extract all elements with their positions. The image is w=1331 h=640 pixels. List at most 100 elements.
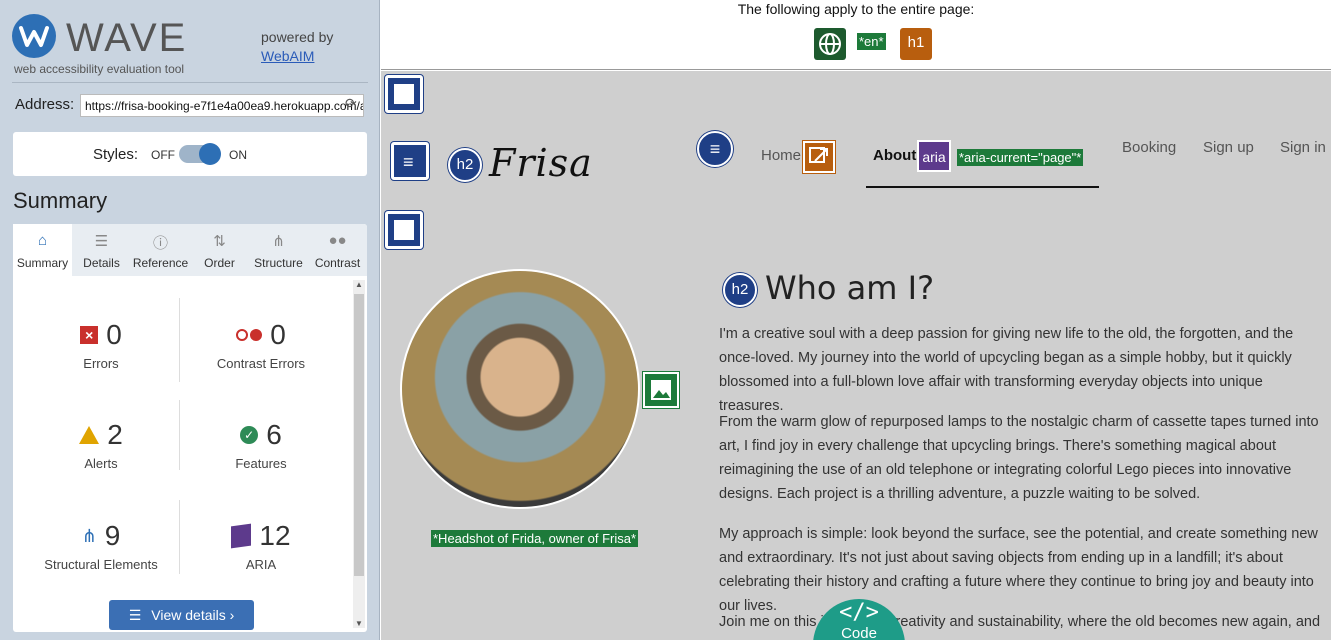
errors-label: Errors [83,356,119,371]
address-input[interactable]: https://frisa-booking-e7f1e4a00ea9.herok… [80,94,364,117]
contrast-error-icon [236,329,263,341]
structural-count: 9 [104,520,121,551]
main-region-icon[interactable] [385,211,423,249]
contrast-icon: ●● [328,232,347,249]
error-icon: × [80,326,99,344]
webaim-link[interactable]: WebAIM [261,48,314,64]
panel-tabs: ⌂ Summary ☰ Details ⓘ Reference ⇅ Order … [13,224,367,276]
stat-features[interactable]: ✓ 6 Features [181,418,341,471]
paragraph: Join me on this journey of creativity an… [719,614,1321,640]
scroll-up-icon[interactable]: ▲ [353,280,365,289]
structure-icon: ⋔ [272,233,285,250]
powered-by-text: powered by [261,29,334,45]
styles-label: Styles: [93,146,139,163]
headshot-image [400,269,640,509]
aria-label: ARIA [245,557,277,572]
styles-off-label: OFF [151,148,175,162]
active-nav-underline [866,186,1099,188]
order-icon: ⇅ [213,233,226,250]
paragraph: I'm a creative soul with a deep passion … [719,326,1294,414]
wave-sidebar: WAVE web accessibility evaluation tool p… [0,0,380,640]
nav-signup[interactable]: Sign up [1203,139,1254,156]
nav-booking[interactable]: Booking [1122,139,1176,156]
structural-label: Structural Elements [44,557,158,572]
errors-count: 0 [106,319,122,350]
aria-current-tag: *aria-current="page"* [957,149,1084,166]
tab-details[interactable]: ☰ Details [72,224,131,276]
stat-structural[interactable]: ⋔ 9 Structural Elements [21,519,181,572]
address-bar: Address: https://frisa-booking-e7f1e4a00… [15,94,367,118]
structure-icon: ⋔ [81,525,97,546]
info-icon: ⓘ [152,235,168,252]
nav-home[interactable]: Home [761,147,801,164]
address-label: Address: [15,96,75,113]
h2-icon[interactable]: h2 [723,273,757,307]
styles-on-label: ON [229,148,247,162]
scroll-down-icon[interactable]: ▼ [353,619,365,628]
header-region-icon[interactable] [385,75,423,113]
aria-icon [231,523,252,549]
code-icon: </> [839,600,879,625]
toggle-knob [199,143,221,165]
brand-logo[interactable]: Frisa [489,141,593,185]
image-alt-icon[interactable] [643,372,679,408]
nav-about[interactable]: About [873,147,916,164]
wave-logo-icon [12,14,56,58]
view-details-button[interactable]: ☰ View details › [109,600,254,630]
tab-label: Reference [132,256,189,270]
tab-label: Details [83,256,120,270]
tab-order[interactable]: ⇅ Order [190,224,249,276]
reload-icon[interactable]: ⟳ [345,95,361,112]
tab-reference[interactable]: ⓘ Reference [131,224,190,276]
wave-logo-text: WAVE [66,16,188,60]
h1-alert-icon[interactable]: h1 [900,28,932,60]
tab-summary[interactable]: ⌂ Summary [13,224,72,276]
list-icon: ☰ [128,606,142,623]
page-heading: Who am I? [765,269,935,307]
wave-logo: WAVE web accessibility evaluation tool p… [12,14,372,80]
list-icon[interactable]: ≡ [697,131,733,167]
view-details-label: View details › [151,607,235,623]
alerts-label: Alerts [84,456,118,471]
panel-scrollbar[interactable]: ▲ ▼ [353,280,365,628]
alert-icon [79,426,100,444]
alerts-count: 2 [107,419,123,450]
wave-logo-subtitle: web accessibility evaluation tool [14,62,185,76]
image-alt-tag: *Headshot of Frida, owner of Frisa* [431,530,639,547]
powered-by: powered by WebAIM [261,28,333,66]
code-button[interactable]: </> Code [813,599,905,640]
page-wide-text: The following apply to the entire page: [737,1,975,17]
nav-signin[interactable]: Sign in [1280,139,1326,156]
features-label: Features [235,456,287,471]
scroll-thumb[interactable] [354,294,364,576]
tab-label: Summary [16,256,69,270]
globe-icon[interactable] [814,28,846,60]
tab-label: Contrast [314,256,361,270]
stat-alerts[interactable]: 2 Alerts [21,418,181,471]
code-label: Code [841,625,877,640]
divider [12,82,368,83]
home-icon: ⌂ [37,232,48,249]
check-icon: ✓ [240,426,259,444]
aria-icon[interactable]: aria [917,140,951,172]
paragraph: From the warm glow of repurposed lamps t… [719,414,1319,502]
summary-heading: Summary [13,188,108,213]
stat-aria[interactable]: 12 ARIA [181,519,341,572]
tab-label: Structure [254,256,303,270]
styles-toggle-box: Styles: OFF ON [13,132,367,176]
summary-panel: ⌂ Summary ☰ Details ⓘ Reference ⇅ Order … [13,224,367,632]
page-wide-bar: The following apply to the entire page: … [381,0,1331,70]
contrast-errors-count: 0 [270,319,286,350]
features-count: 6 [266,419,282,450]
redundant-link-alert-icon[interactable] [803,141,835,173]
styles-toggle[interactable] [179,143,221,165]
tab-structure[interactable]: ⋔ Structure [249,224,308,276]
h2-icon[interactable]: h2 [448,148,482,182]
stat-contrast-errors[interactable]: 0 Contrast Errors [181,318,341,371]
stat-errors[interactable]: × 0 Errors [21,318,181,371]
paragraph: My approach is simple: look beyond the s… [719,526,1318,614]
list-icon: ☰ [94,233,109,250]
navigation-region-icon[interactable]: ≡ [391,142,429,180]
tab-label: Order [204,256,235,270]
tab-contrast[interactable]: ●● Contrast [308,224,367,276]
